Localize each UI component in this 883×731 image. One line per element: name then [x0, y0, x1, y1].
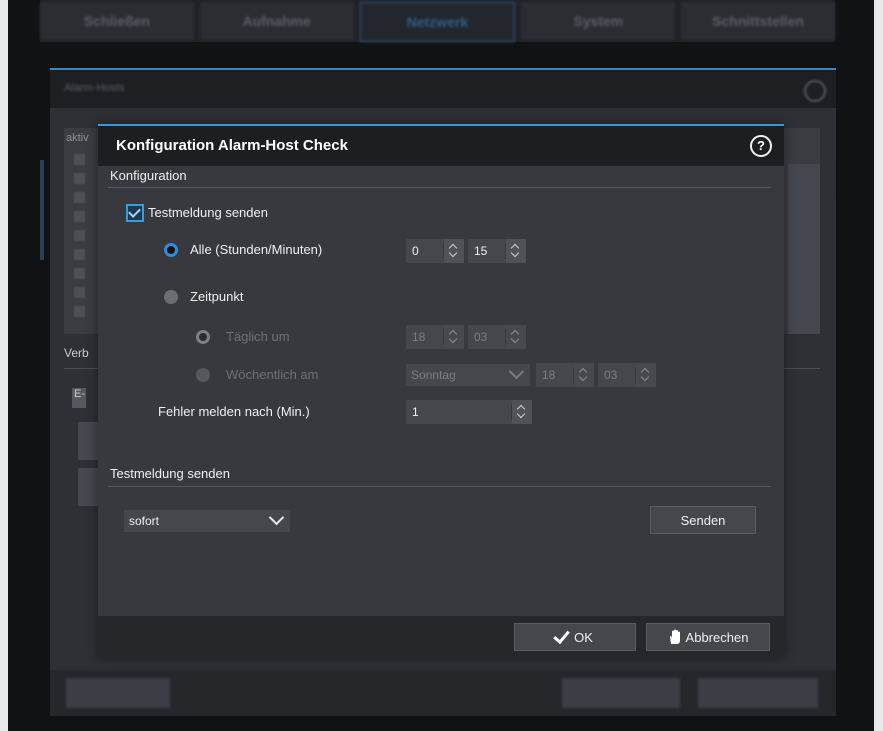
abbrechen-button-label: Abbrechen: [685, 629, 749, 645]
dialog-title: Konfiguration Alarm-Host Check: [116, 137, 348, 154]
host-active-checkbox[interactable]: [74, 306, 85, 317]
help-icon[interactable]: ?: [750, 135, 772, 157]
taeglich-hours-value: 18: [412, 330, 426, 344]
alle-minutes-spinner[interactable]: 15: [468, 239, 526, 263]
alarm-hosts-titlebar: Alarm-Hosts: [50, 70, 836, 108]
woechentlich-hours-spinner[interactable]: 18: [536, 363, 594, 387]
outer-cancel-button[interactable]: [698, 678, 818, 708]
woechentlich-day-value: Sonntag: [411, 368, 456, 382]
radio-taeglich-label: Täglich um: [226, 329, 290, 344]
radio-alle[interactable]: [164, 243, 178, 257]
verbindung-label: Verb: [64, 346, 89, 360]
chevron-down-icon: [268, 509, 285, 526]
top-navigation: Schließen Aufnahme Netzwerk System Schni…: [40, 0, 835, 42]
chevron-down-icon: [508, 363, 525, 380]
checkmark-icon: [553, 626, 570, 644]
host-active-checkbox[interactable]: [74, 249, 85, 260]
host-active-checkbox[interactable]: [74, 192, 85, 203]
host-active-checkbox[interactable]: [74, 211, 85, 222]
radio-zeitpunkt[interactable]: [164, 290, 178, 304]
radio-zeitpunkt-label: Zeitpunkt: [190, 289, 244, 304]
up-down-arrows-icon[interactable]: [636, 363, 656, 387]
senden-button[interactable]: Senden: [650, 506, 756, 534]
up-down-arrows-icon[interactable]: [444, 239, 464, 263]
woechentlich-hours-value: 18: [542, 368, 556, 382]
alarm-host-check-dialog: Konfiguration Alarm-Host Check ? Konfigu…: [98, 124, 784, 658]
testmeldung-checkbox-label: Testmeldung senden: [148, 205, 268, 220]
tab-schnittstellen[interactable]: Schnittstellen: [681, 2, 835, 40]
uebernehmen-button[interactable]: [66, 678, 170, 708]
up-down-arrows-icon[interactable]: [506, 325, 526, 349]
help-icon[interactable]: [804, 80, 826, 102]
host-active-checkbox[interactable]: [74, 154, 85, 165]
host-active-checkbox[interactable]: [74, 287, 85, 298]
woechentlich-day-dropdown[interactable]: Sonntag: [406, 363, 530, 386]
section-divider: [108, 486, 771, 487]
tab-schliessen[interactable]: Schließen: [40, 2, 194, 40]
radio-woechentlich[interactable]: [196, 368, 210, 382]
taeglich-hours-spinner[interactable]: 18: [406, 325, 464, 349]
hand-stop-icon: [669, 629, 680, 644]
host-active-checkbox[interactable]: [74, 268, 85, 279]
column-aktiv: aktiv: [66, 132, 89, 144]
section-testmeldung-senden: Testmeldung senden: [110, 466, 230, 481]
taeglich-minutes-value: 03: [474, 330, 488, 344]
tab-system[interactable]: System: [521, 2, 676, 40]
alarm-hosts-footer: [50, 670, 836, 716]
tab-netzwerk[interactable]: Netzwerk: [359, 2, 516, 42]
ok-button[interactable]: OK: [514, 623, 636, 651]
radio-woechentlich-label: Wöchentlich am: [226, 367, 319, 382]
woechentlich-minutes-value: 03: [604, 368, 618, 382]
send-mode-dropdown[interactable]: sofort: [124, 509, 290, 532]
up-down-arrows-icon[interactable]: [506, 239, 526, 263]
radio-taeglich[interactable]: [196, 330, 210, 344]
host-list-scrollbar[interactable]: [788, 164, 820, 334]
up-down-arrows-icon[interactable]: [574, 363, 594, 387]
background-accent-stripe: [40, 160, 44, 260]
alarm-hosts-title: Alarm-Hosts: [64, 82, 125, 94]
up-down-arrows-icon[interactable]: [444, 325, 464, 349]
outer-ok-button[interactable]: [562, 678, 680, 708]
fehler-label: Fehler melden nach (Min.): [158, 404, 310, 419]
alle-hours-value: 0: [412, 244, 419, 258]
alle-hours-spinner[interactable]: 0: [406, 239, 464, 263]
send-mode-value: sofort: [129, 514, 160, 528]
e-tab[interactable]: E-: [72, 388, 86, 408]
abbrechen-button[interactable]: Abbrechen: [646, 623, 770, 651]
dialog-footer: OK Abbrechen: [98, 616, 784, 658]
dialog-titlebar: Konfiguration Alarm-Host Check ?: [98, 126, 784, 166]
host-active-checkbox[interactable]: [74, 230, 85, 241]
radio-alle-label: Alle (Stunden/Minuten): [190, 242, 323, 257]
fehler-value: 1: [412, 405, 419, 419]
section-divider: [108, 187, 771, 188]
testmeldung-checkbox[interactable]: [126, 204, 144, 222]
taeglich-minutes-spinner[interactable]: 03: [468, 325, 526, 349]
senden-button-label: Senden: [680, 512, 726, 528]
host-active-checkbox[interactable]: [74, 173, 85, 184]
woechentlich-minutes-spinner[interactable]: 03: [598, 363, 656, 387]
tab-aufnahme[interactable]: Aufnahme: [199, 2, 354, 40]
ok-button-label: OK: [574, 629, 593, 645]
alle-minutes-value: 15: [474, 244, 488, 258]
section-konfiguration: Konfiguration: [110, 168, 187, 183]
fehler-spinner[interactable]: 1: [406, 400, 532, 424]
side-button[interactable]: [78, 422, 98, 460]
up-down-arrows-icon[interactable]: [512, 400, 532, 424]
side-button[interactable]: [78, 468, 98, 506]
